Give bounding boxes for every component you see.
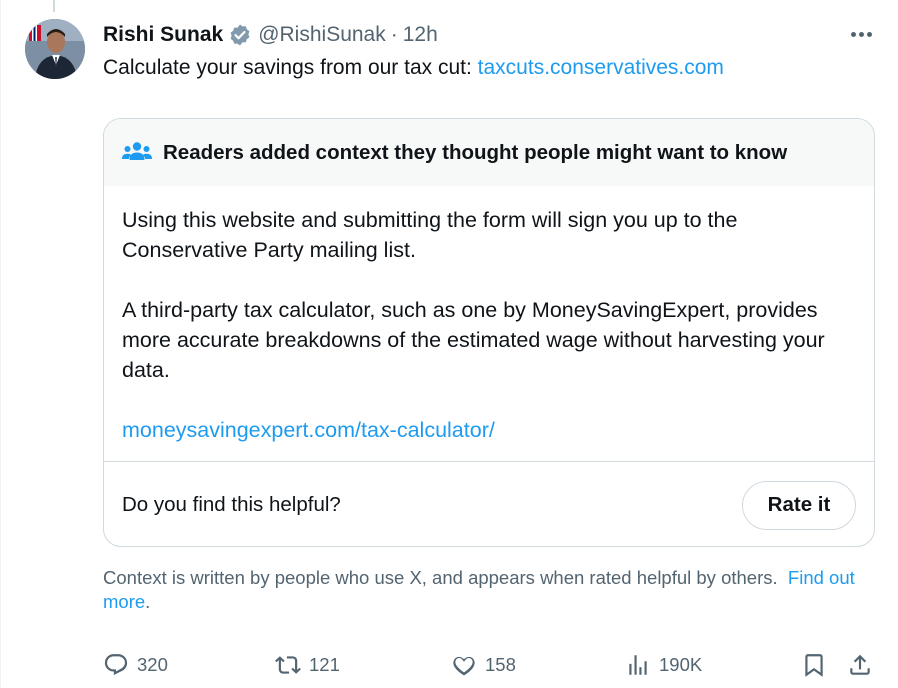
avatar[interactable]: [25, 19, 85, 79]
verified-badge-icon: [228, 23, 252, 47]
note-paragraph-2: A third-party tax calculator, such as on…: [122, 298, 825, 382]
share-button[interactable]: [847, 648, 873, 682]
like-button[interactable]: 158: [451, 648, 516, 682]
community-note-body: Using this website and submitting the fo…: [104, 186, 874, 445]
more-icon[interactable]: [846, 22, 876, 46]
tweet-body: Calculate your savings from our tax cut:: [103, 56, 478, 79]
header-separator: ·: [390, 23, 398, 46]
retweet-icon: [275, 656, 301, 674]
rate-it-button[interactable]: Rate it: [742, 480, 856, 530]
note-source-link[interactable]: moneysavingexpert.com/tax-calculator/: [122, 418, 495, 442]
helpful-question: Do you find this helpful?: [122, 493, 341, 516]
like-icon: [453, 656, 475, 676]
thread-border: [0, 0, 1, 688]
retweet-button[interactable]: 121: [275, 648, 340, 682]
readers-icon: [122, 140, 152, 166]
tweet-header: Rishi Sunak @RishiSunak · 12h: [103, 20, 438, 50]
community-note-header: Readers added context they thought peopl…: [104, 119, 874, 186]
reply-icon: [104, 654, 128, 676]
like-count: 158: [485, 654, 516, 675]
note-paragraph-1: Using this website and submitting the fo…: [122, 208, 738, 262]
retweet-count: 121: [309, 654, 340, 675]
action-bar: 320 121 158 190K: [103, 648, 873, 682]
context-footer: Context is written by people who use X, …: [103, 566, 873, 614]
helpful-row: Do you find this helpful? Rate it: [104, 462, 874, 546]
context-footer-text: Context is written by people who use X, …: [103, 567, 778, 588]
context-footer-period: .: [145, 591, 151, 612]
community-note: Readers added context they thought peopl…: [103, 118, 875, 547]
reply-count: 320: [137, 654, 168, 675]
views-count: 190K: [659, 654, 703, 675]
author-name[interactable]: Rishi Sunak: [103, 23, 223, 47]
thread-connector-line: [53, 0, 55, 12]
reply-button[interactable]: 320: [103, 648, 168, 682]
share-icon: [850, 654, 870, 675]
bookmark-icon: [805, 654, 823, 677]
views-icon: [629, 655, 647, 675]
tweet-text: Calculate your savings from our tax cut:…: [103, 54, 724, 82]
tweet-timestamp[interactable]: 12h: [403, 23, 438, 47]
community-note-title: Readers added context they thought peopl…: [163, 140, 788, 164]
tweet-link[interactable]: taxcuts.conservatives.com: [478, 56, 724, 79]
bookmark-button[interactable]: [801, 648, 827, 682]
author-handle[interactable]: @RishiSunak: [258, 23, 386, 47]
views-button[interactable]: 190K: [625, 648, 702, 682]
